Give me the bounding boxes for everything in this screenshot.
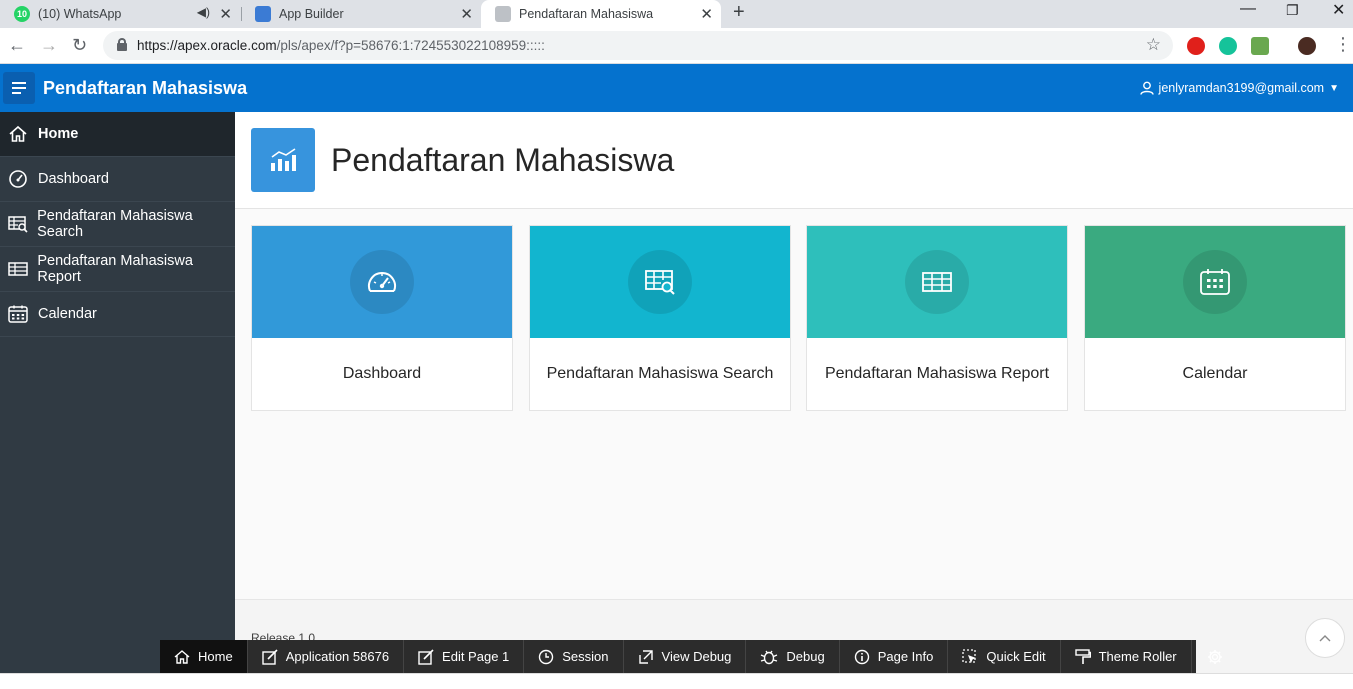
card-report[interactable]: Pendaftaran Mahasiswa Report [806,225,1068,411]
clock-icon [539,649,554,664]
home-icon [6,122,30,146]
edit-icon [261,648,278,665]
restore-icon[interactable]: ❐ [1286,2,1299,19]
more-menu-icon[interactable]: ⋮ [1334,34,1352,55]
table-icon [6,257,29,281]
address-bar: ← → ↻ https://apex.oracle.com/pls/apex/f… [0,28,1353,64]
tab-whatsapp[interactable]: 10 (10) WhatsApp ◀) ✕ [0,0,240,28]
whatsapp-icon: 10 [14,6,30,22]
bug-icon [761,650,778,664]
card-search[interactable]: Pendaftaran Mahasiswa Search [529,225,791,411]
page-favicon-icon [495,6,511,22]
tab-title: Pendaftaran Mahasiswa [519,7,654,21]
nav-toggle-button[interactable] [3,72,35,104]
close-icon[interactable]: ✕ [219,5,232,23]
scroll-to-top-button[interactable] [1305,618,1345,658]
forward-icon[interactable]: → [40,35,58,56]
lock-icon [117,38,127,51]
new-tab-icon[interactable]: + [733,1,745,24]
tab-title: App Builder [279,7,344,21]
calendar-icon [1183,250,1247,314]
sidebar-item-label: Pendaftaran Mahasiswa Search [37,208,193,240]
sidebar-item-label: Pendaftaran Mahasiswa Report [37,253,193,285]
sidebar-item-dashboard[interactable]: Dashboard [0,157,235,202]
close-icon[interactable]: ✕ [700,5,713,23]
bookmark-star-icon[interactable]: ☆ [1146,35,1161,55]
sidebar-item-search[interactable]: Pendaftaran Mahasiswa Search [0,202,235,247]
gear-icon [1207,649,1222,664]
browser-status-bar [0,673,1353,689]
sidebar: Home Dashboard Pendaftaran Mahasiswa Sea… [0,112,235,673]
card-dashboard[interactable]: Dashboard [251,225,513,411]
sidebar-item-label: Calendar [38,306,97,322]
card-label: Pendaftaran Mahasiswa Search [546,365,774,382]
user-email: jenlyramdan3199@gmail.com [1158,81,1325,95]
external-window-icon [638,649,653,664]
reload-icon[interactable]: ↻ [72,35,87,56]
opera-extension-icon[interactable] [1187,37,1205,55]
card-calendar[interactable]: Calendar [1084,225,1346,411]
app-title[interactable]: Pendaftaran Mahasiswa [43,78,247,99]
cursor-select-icon [962,648,977,663]
minimize-icon[interactable]: — [1240,0,1256,18]
table-search-icon [628,250,692,314]
speaker-icon[interactable]: ◀) [197,5,210,19]
tab-title: (10) WhatsApp [38,7,122,21]
sidebar-item-label: Home [38,126,79,142]
paint-roller-icon [1074,648,1091,664]
hero-region: Pendaftaran Mahasiswa [235,112,1353,209]
avatar[interactable] [1298,37,1316,55]
devbar-debug-button[interactable]: Debug [746,640,840,673]
chevron-down-icon: ▼ [1329,82,1339,94]
devbar-home-button[interactable]: Home [160,640,248,673]
user-menu[interactable]: jenlyramdan3199@gmail.com ▼ [1139,81,1339,95]
table-search-icon [6,212,29,236]
extension-icon[interactable] [1251,37,1269,55]
url-field[interactable]: https://apex.oracle.com/pls/apex/f?p=586… [103,31,1173,60]
grammarly-extension-icon[interactable] [1219,37,1237,55]
close-icon[interactable]: ✕ [460,5,473,23]
dashboard-icon [6,167,30,191]
browser-tab-strip: 10 (10) WhatsApp ◀) ✕ App Builder ✕ Pend… [0,0,1353,28]
table-icon [905,250,969,314]
devbar-page-info-button[interactable]: Page Info [840,640,949,673]
url-host: https://apex.oracle.com [137,38,277,53]
app-builder-icon [255,6,271,22]
devbar-session-button[interactable]: Session [524,640,624,673]
devbar-settings-button[interactable] [1192,640,1246,673]
chart-icon [251,128,315,192]
card-label: Dashboard [342,365,422,382]
home-icon [174,649,190,664]
user-icon [1139,81,1154,95]
devbar-quick-edit-button[interactable]: Quick Edit [948,640,1061,673]
tab-app-builder[interactable]: App Builder ✕ [241,0,481,28]
developer-toolbar: Home Application 58676 Edit Page 1 Sessi… [160,640,1222,673]
calendar-icon [6,302,30,326]
app-header: Pendaftaran Mahasiswa jenlyramdan3199@gm… [0,64,1353,112]
chevron-up-icon [1319,635,1331,642]
card-label: Calendar [1182,365,1248,382]
sidebar-item-label: Dashboard [38,171,109,187]
devbar-application-button[interactable]: Application 58676 [248,640,405,673]
url-path: /pls/apex/f?p=58676:1:724553022108959:::… [276,38,545,53]
main-content: Pendaftaran Mahasiswa Dashboard Pendafta… [235,112,1353,673]
devbar-view-debug-button[interactable]: View Debug [624,640,747,673]
devbar-edit-page-button[interactable]: Edit Page 1 [404,640,525,673]
page-title: Pendaftaran Mahasiswa [331,142,675,178]
tab-pendaftaran[interactable]: Pendaftaran Mahasiswa ✕ [481,0,721,28]
info-icon [854,649,869,664]
sidebar-item-home[interactable]: Home [0,112,235,157]
dashboard-icon [350,250,414,314]
back-icon[interactable]: ← [8,35,26,56]
sidebar-item-report[interactable]: Pendaftaran Mahasiswa Report [0,247,235,292]
edit-icon [418,648,434,665]
window-close-icon[interactable]: ✕ [1332,0,1345,20]
sidebar-item-calendar[interactable]: Calendar [0,292,235,337]
devbar-theme-roller-button[interactable]: Theme Roller [1061,640,1192,673]
card-label: Pendaftaran Mahasiswa Report [824,365,1050,382]
